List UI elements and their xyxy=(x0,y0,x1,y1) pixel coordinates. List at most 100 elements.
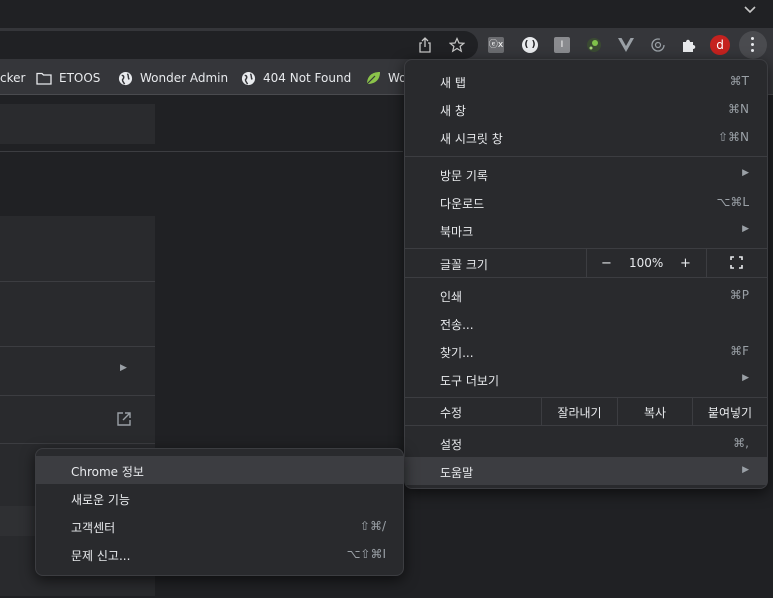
address-bar[interactable] xyxy=(0,31,478,59)
menu-item-label: 북마크 xyxy=(440,225,474,239)
fullscreen-icon[interactable] xyxy=(730,256,743,273)
menu-item-new-window[interactable]: 새 창 ⌘N xyxy=(405,95,767,123)
menu-item-label: 도움말 xyxy=(440,466,474,480)
submenu-item-about-chrome[interactable]: Chrome 정보 xyxy=(36,456,403,484)
menu-item-settings[interactable]: 설정 ⌘, xyxy=(405,429,767,457)
menu-item-new-incognito[interactable]: 새 시크릿 창 ⇧⌘N xyxy=(405,123,767,151)
bookmark-folder-etoos[interactable]: ETOOS xyxy=(36,62,100,94)
zoom-in-button[interactable]: + xyxy=(680,256,691,271)
browser-toolbar: ⓔx ( ) I d xyxy=(0,28,773,62)
submenu-item-label: 고객센터 xyxy=(71,521,116,535)
page-row-divider xyxy=(0,281,155,282)
menu-separator xyxy=(405,156,767,157)
edit-label: 수정 xyxy=(440,406,463,420)
extension-i-label: I xyxy=(554,37,570,53)
copy-button[interactable]: 복사 xyxy=(618,404,692,421)
submenu-arrow-icon: ▶ xyxy=(742,373,749,383)
menu-item-label: 새 시크릿 창 xyxy=(440,132,503,146)
bookmark-label: cker xyxy=(0,71,26,85)
page-row-arrow-icon[interactable]: ▶ xyxy=(120,363,127,373)
menu-item-new-tab[interactable]: 새 탭 ⌘T xyxy=(405,67,767,95)
menu-item-help[interactable]: 도움말 ▶ xyxy=(405,457,767,485)
leaf-icon xyxy=(365,70,381,86)
menu-item-label: 새 창 xyxy=(440,104,466,118)
page-row-divider xyxy=(0,443,155,444)
menu-item-label: 다운로드 xyxy=(440,197,485,211)
menu-item-label: 도구 더보기 xyxy=(440,374,500,388)
menu-separator xyxy=(405,425,767,426)
submenu-item-shortcut: ⌥⇧⌘I xyxy=(346,547,386,561)
share-icon[interactable] xyxy=(416,36,434,54)
chrome-main-menu: 새 탭 ⌘T 새 창 ⌘N 새 시크릿 창 ⇧⌘N 방문 기록 ▶ 다운로드 ⌥… xyxy=(404,59,768,489)
bookmark-item-cker[interactable]: cker xyxy=(0,62,25,94)
submenu-item-whats-new[interactable]: 새로운 기능 xyxy=(36,484,403,512)
submenu-arrow-icon: ▶ xyxy=(742,224,749,234)
kebab-menu-icon xyxy=(751,37,755,53)
submenu-item-help-center[interactable]: 고객센터 ⇧⌘/ xyxy=(36,512,403,540)
cut-button[interactable]: 잘라내기 xyxy=(542,404,617,421)
zoom-separator xyxy=(706,249,707,277)
menu-item-label: 전송... xyxy=(440,318,474,332)
menu-item-print[interactable]: 인쇄 ⌘P xyxy=(405,281,767,309)
tab-search-chevron-icon[interactable] xyxy=(741,2,759,20)
zoom-level: 100% xyxy=(629,256,664,270)
open-external-icon[interactable] xyxy=(116,411,132,427)
bookmark-item-wo[interactable]: Wo xyxy=(365,62,407,94)
submenu-arrow-icon: ▶ xyxy=(742,168,749,178)
bookmark-label: ETOOS xyxy=(59,71,101,85)
extension-json-label: ( ) xyxy=(522,37,538,53)
chrome-menu-button[interactable] xyxy=(739,31,767,59)
menu-row-edit: 수정 잘라내기 복사 붙여넣기 xyxy=(405,397,767,425)
profile-avatar[interactable]: d xyxy=(710,35,730,55)
page-row-divider xyxy=(0,346,155,347)
menu-item-label: 설정 xyxy=(440,438,463,452)
bookmark-item-wonder-admin[interactable]: Wonder Admin xyxy=(117,62,228,94)
menu-item-bookmarks[interactable]: 북마크 ▶ xyxy=(405,216,767,244)
extension-globe-icon[interactable] xyxy=(585,36,603,54)
extension-i-icon[interactable]: I xyxy=(553,36,571,54)
menu-item-shortcut: ⌘P xyxy=(729,288,749,302)
submenu-item-label: 새로운 기능 xyxy=(71,493,131,507)
extension-json-icon[interactable]: ( ) xyxy=(521,36,539,54)
extension-refresh-icon[interactable] xyxy=(649,36,667,54)
submenu-arrow-icon: ▶ xyxy=(742,465,749,475)
zoom-separator xyxy=(586,249,587,277)
menu-item-shortcut: ⇧⌘N xyxy=(717,130,749,144)
extension-edit-icon[interactable]: ⓔx xyxy=(487,36,505,54)
submenu-item-report-issue[interactable]: 문제 신고... ⌥⇧⌘I xyxy=(36,540,403,568)
folder-icon xyxy=(36,70,52,86)
menu-item-cast[interactable]: 전송... xyxy=(405,309,767,337)
menu-item-label: 방문 기록 xyxy=(440,169,488,183)
bookmark-star-icon[interactable] xyxy=(448,36,466,54)
menu-item-find[interactable]: 찾기... ⌘F xyxy=(405,337,767,365)
menu-item-shortcut: ⌥⌘L xyxy=(716,195,749,209)
menu-item-label: 찾기... xyxy=(440,346,474,360)
menu-item-label: 인쇄 xyxy=(440,290,463,304)
help-submenu: Chrome 정보 새로운 기능 고객센터 ⇧⌘/ 문제 신고... ⌥⇧⌘I xyxy=(35,448,404,576)
window-titlebar xyxy=(0,0,773,28)
bookmark-item-404[interactable]: 404 Not Found xyxy=(240,62,351,94)
globe-icon xyxy=(240,70,256,86)
page-divider xyxy=(0,151,403,152)
submenu-item-label: 문제 신고... xyxy=(71,549,131,563)
extensions-puzzle-icon[interactable] xyxy=(680,36,698,54)
paste-button[interactable]: 붙여넣기 xyxy=(693,404,767,421)
bookmark-label: 404 Not Found xyxy=(263,71,352,85)
page-row-divider xyxy=(0,395,155,396)
menu-item-label: 새 탭 xyxy=(440,76,466,90)
menu-item-shortcut: ⌘N xyxy=(728,102,749,116)
page-search-field[interactable] xyxy=(0,104,155,144)
bookmark-label: Wonder Admin xyxy=(140,71,229,85)
globe-icon xyxy=(117,70,133,86)
avatar-letter: d xyxy=(710,35,730,55)
menu-row-zoom: 글꼴 크기 − 100% + xyxy=(405,249,767,277)
zoom-out-button[interactable]: − xyxy=(601,256,612,271)
menu-separator xyxy=(405,277,767,278)
menu-item-shortcut: ⌘F xyxy=(730,344,749,358)
vue-devtools-icon[interactable] xyxy=(617,36,635,54)
menu-item-downloads[interactable]: 다운로드 ⌥⌘L xyxy=(405,188,767,216)
menu-item-more-tools[interactable]: 도구 더보기 ▶ xyxy=(405,365,767,393)
submenu-item-label: Chrome 정보 xyxy=(71,465,144,479)
menu-item-history[interactable]: 방문 기록 ▶ xyxy=(405,160,767,188)
page-row-strip xyxy=(0,506,40,536)
